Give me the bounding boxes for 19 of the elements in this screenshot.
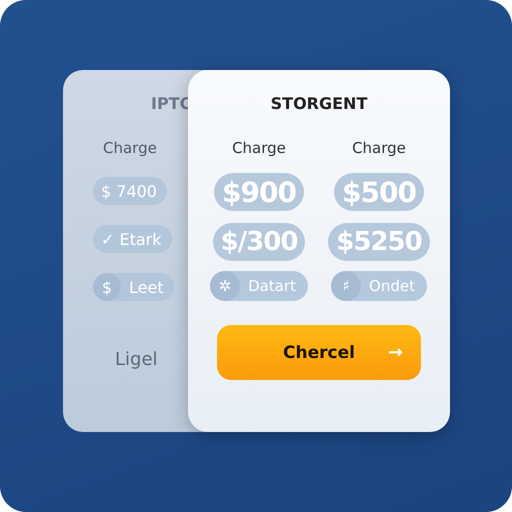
- pill-label: Ondet: [369, 277, 415, 295]
- pill-label: Leet: [129, 278, 164, 296]
- arrow-icon: →: [388, 342, 403, 363]
- price-pill: ✓ Etark: [93, 225, 172, 253]
- price-pill: $500: [334, 173, 424, 211]
- price-pill: $5250: [328, 223, 430, 261]
- symbol-icon: ♯: [331, 271, 362, 301]
- charge-button[interactable]: Chercel →: [217, 325, 421, 380]
- dollar-icon: $: [93, 273, 121, 301]
- footer-label: Ligel: [115, 349, 158, 370]
- price-pill: $ 7400: [93, 177, 167, 205]
- charge-label: Charge: [232, 139, 286, 157]
- symbol-icon: ✲: [210, 271, 240, 301]
- price-pill: $900: [214, 173, 304, 211]
- card-title: STORGENT: [270, 94, 368, 113]
- charge-label: Charge: [352, 139, 406, 157]
- price-pill: $/300: [212, 223, 306, 261]
- charge-label: Charge: [103, 139, 157, 157]
- pill-label: Datart: [248, 277, 296, 295]
